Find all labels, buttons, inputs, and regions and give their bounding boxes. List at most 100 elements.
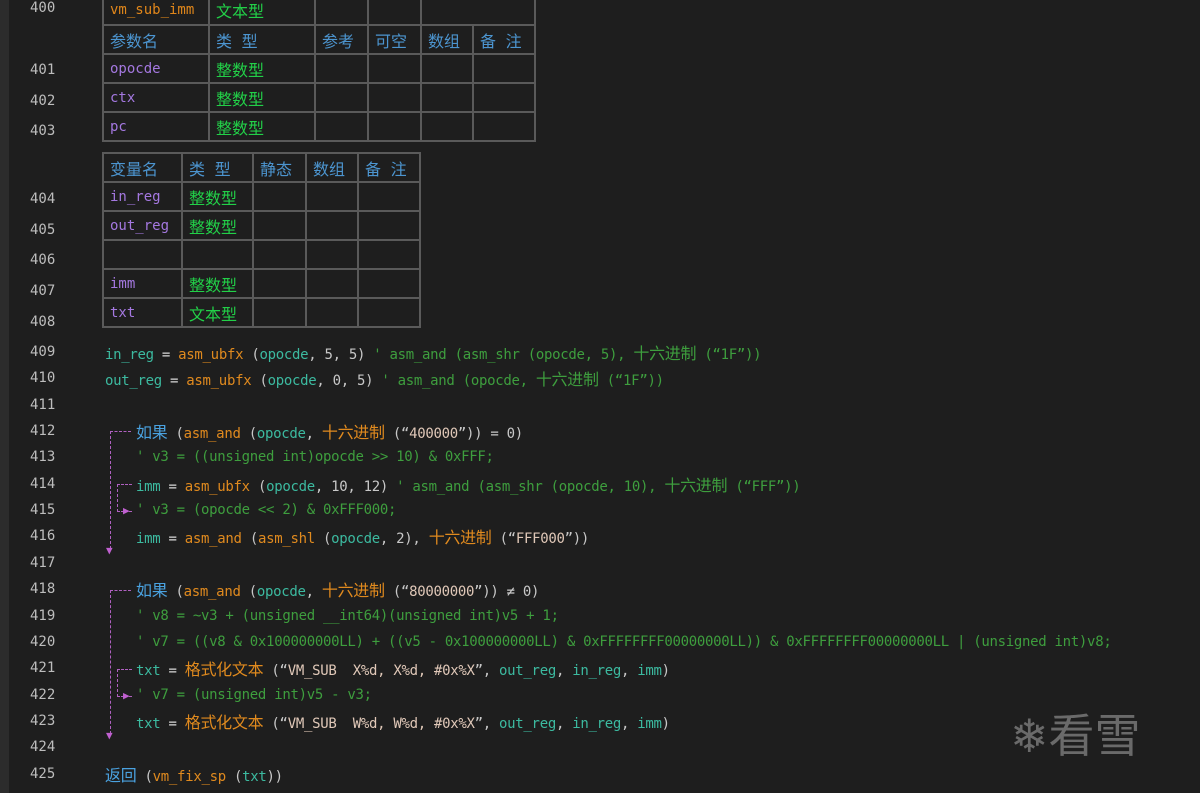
variable-row[interactable] <box>102 239 421 270</box>
param-row[interactable]: pc 整数型 <box>102 111 536 142</box>
code-token-pl: ”)) = 0) <box>457 426 523 443</box>
line-number: 411 <box>30 396 56 413</box>
code-line[interactable]: ' v7 = ((v8 & 0x100000000LL) + ((v5 - 0x… <box>136 634 1112 650</box>
variable-row[interactable]: imm 整数型 <box>102 268 421 299</box>
code-token-cm: ' v8 = ~v3 + (unsigned __int64)(unsigned… <box>136 607 559 624</box>
code-token-fn: asm_ubfx <box>184 478 250 495</box>
variable-row[interactable]: txt 文本型 <box>102 297 421 328</box>
sub-name[interactable]: vm_sub_imm <box>102 0 210 26</box>
code-token-pl: ( <box>243 347 260 363</box>
code-line[interactable]: 如果 (asm_and (opocde, 十六进制 (“80000000”)) … <box>136 577 539 601</box>
code-token-var: in_reg <box>105 347 154 363</box>
variable-type[interactable]: 整数型 <box>181 268 254 299</box>
param-type[interactable]: 整数型 <box>208 82 316 113</box>
code-line[interactable]: 如果 (asm_and (opocde, 十六进制 (“400000”)) = … <box>136 419 523 443</box>
code-line[interactable]: in_reg = asm_ubfx (opocde, 5, 5) ' asm_a… <box>105 340 762 364</box>
line-number: 424 <box>30 739 56 756</box>
snowflake-icon: ❄ <box>1010 709 1049 763</box>
param-row[interactable]: ctx 整数型 <box>102 82 536 113</box>
code-token-var: opocde <box>259 347 309 363</box>
code-token-str: VM_SUB W%d, W%d, #0x%X <box>287 715 475 732</box>
variable-type[interactable]: 整数型 <box>181 181 254 212</box>
code-line[interactable]: txt = 格式化文本 (“VM_SUB X%d, X%d, #0x%X”, o… <box>136 656 670 680</box>
code-token-pl: , 2), <box>379 531 429 548</box>
param-type[interactable]: 整数型 <box>208 53 316 84</box>
param-name[interactable]: pc <box>102 111 210 142</box>
col-header: 静态 <box>252 152 307 183</box>
code-token-var: txt <box>242 768 267 785</box>
col-header: 备 注 <box>472 24 536 55</box>
variable-row[interactable]: out_reg 整数型 <box>102 210 421 241</box>
code-token-var: out_reg <box>499 663 556 680</box>
param-name[interactable]: opocde <box>102 53 210 84</box>
line-number: 416 <box>30 528 56 545</box>
code-line[interactable]: ' v7 = (unsigned int)v5 - v3; <box>136 687 372 703</box>
line-number: 422 <box>30 686 56 703</box>
code-token-op: = <box>160 715 185 732</box>
variable-name[interactable] <box>102 239 183 270</box>
code-token-cmcn: 十六进制 <box>633 344 697 363</box>
variable-type[interactable]: 整数型 <box>181 210 254 241</box>
code-token-pl: ( <box>225 768 243 785</box>
code-token-cmcn: 十六进制 <box>535 370 599 390</box>
variable-type[interactable]: 文本型 <box>181 297 254 328</box>
code-token-pl: ”)) ≠ 0) <box>474 584 540 601</box>
variable-name[interactable]: in_reg <box>102 181 183 212</box>
col-header: 类 型 <box>208 24 316 55</box>
col-header: 变量名 <box>102 152 183 183</box>
code-token-pl: (“ <box>263 663 288 680</box>
param-type[interactable]: 整数型 <box>208 111 316 142</box>
code-token-pl: , 10, 12) <box>314 478 397 495</box>
code-line[interactable]: ' v3 = ((unsigned int)opocde >> 10) & 0x… <box>136 449 494 465</box>
code-token-cm: (“1F”)) <box>696 347 762 363</box>
watermark-logo: ❄看雪 <box>1010 709 1141 763</box>
code-token-var: imm <box>637 715 662 732</box>
line-number: 413 <box>30 449 56 466</box>
code-token-pl: , <box>305 426 322 443</box>
line-number: 418 <box>30 581 56 598</box>
code-token-pl: ( <box>314 531 332 548</box>
code-token-var: imm <box>136 531 161 548</box>
code-token-op: = <box>160 531 185 548</box>
param-name[interactable]: ctx <box>102 82 210 113</box>
code-line[interactable]: imm = asm_and (asm_shl (opocde, 2), 十六进制… <box>136 524 589 548</box>
code-token-pl: ) <box>661 715 670 732</box>
code-token-pl: ( <box>240 426 257 443</box>
code-token-cm: ' v3 = (opocde << 2) & 0xFFF000; <box>136 502 397 519</box>
variable-name[interactable]: imm <box>102 268 183 299</box>
variable-name[interactable]: txt <box>102 297 183 328</box>
sub-return-type[interactable]: 文本型 <box>208 0 316 26</box>
code-token-str: 80000000 <box>409 584 475 601</box>
variable-name[interactable]: out_reg <box>102 210 183 241</box>
code-token-str: VM_SUB X%d, X%d, #0x%X <box>287 663 475 680</box>
code-token-fn: asm_shl <box>257 531 315 548</box>
line-number: 405 <box>30 222 56 238</box>
variable-type[interactable] <box>181 239 254 270</box>
code-line[interactable]: ' v3 = (opocde << 2) & 0xFFF000; <box>136 502 396 518</box>
code-line[interactable]: out_reg = asm_ubfx (opocde, 0, 5) ' asm_… <box>105 366 664 390</box>
code-token-var: in_reg <box>572 663 621 680</box>
code-token-op: = <box>153 347 179 363</box>
code-token-cn: 格式化文本 <box>184 712 264 732</box>
code-token-pl: ( <box>251 373 268 390</box>
code-token-var: opocde <box>256 426 306 443</box>
code-token-pl: ”)) <box>564 531 590 548</box>
code-line[interactable]: imm = asm_ubfx (opocde, 10, 12) ' asm_an… <box>136 472 801 496</box>
left-gutter <box>0 0 9 793</box>
code-token-pl: ”, <box>474 663 500 680</box>
code-token-cm: ' asm_and (opocde, <box>381 373 536 390</box>
code-line[interactable]: txt = 格式化文本 (“VM_SUB W%d, W%d, #0x%X”, o… <box>136 709 670 733</box>
code-token-var: txt <box>136 715 161 732</box>
line-number: 415 <box>30 502 56 519</box>
code-line[interactable]: 返回 (vm_fix_sp (txt)) <box>105 762 283 786</box>
variable-row[interactable]: in_reg 整数型 <box>102 181 421 212</box>
line-number: 403 <box>30 123 56 139</box>
param-row[interactable]: opocde 整数型 <box>102 53 536 84</box>
code-line[interactable]: ' v8 = ~v3 + (unsigned __int64)(unsigned… <box>136 608 559 624</box>
col-header: 数组 <box>305 152 359 183</box>
code-token-pl: (“ <box>491 531 517 548</box>
code-token-var: txt <box>136 663 161 680</box>
line-number: 406 <box>30 252 56 268</box>
code-token-pl: ( <box>136 768 153 785</box>
code-token-op: = <box>160 478 185 495</box>
